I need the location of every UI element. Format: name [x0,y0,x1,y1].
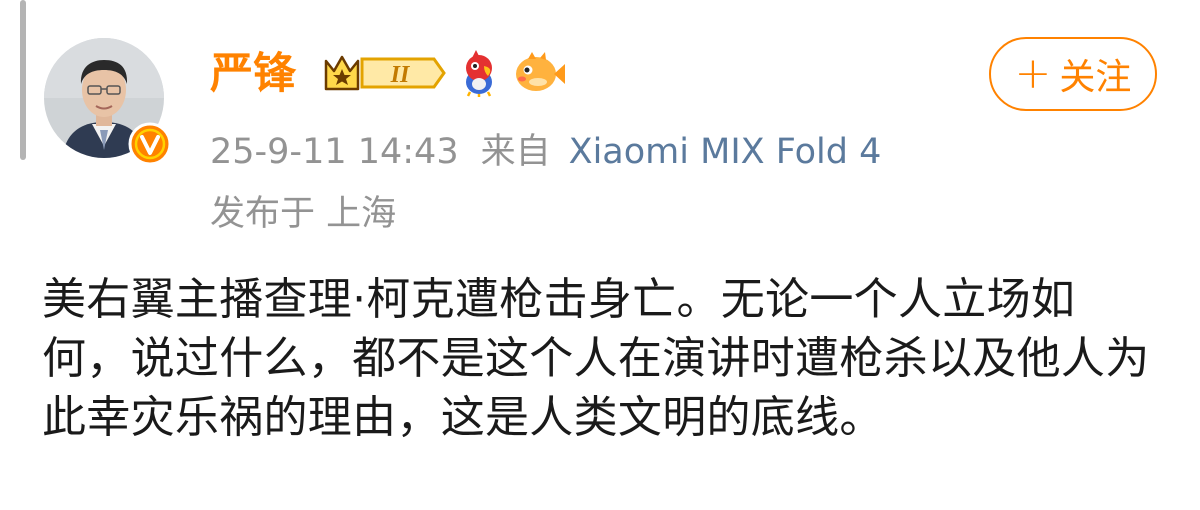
avatar[interactable] [44,38,172,166]
timestamp: 25-9-11 14:43 [210,132,459,172]
post-meta: 25-9-11 14:43 来自 Xiaomi MIX Fold 4 [210,128,881,176]
level-text: II [390,62,411,88]
from-label: 来自 [480,132,551,172]
scrollbar[interactable] [20,0,26,160]
post-location: 发布于 上海 [210,194,397,234]
plus-icon: + [1014,48,1052,99]
post-content: 美右翼主播查理·柯克遭枪击身亡。无论一个人立场如何，说过什么，都不是这个人在演讲… [42,274,1150,443]
parrot-icon[interactable] [454,48,504,98]
crown-level-badge-icon[interactable]: II [322,51,446,95]
follow-label: 关注 [1059,57,1132,98]
source-device-link[interactable]: Xiaomi MIX Fold 4 [569,132,882,172]
follow-button[interactable]: + 关注 [989,37,1157,111]
verified-v-icon [128,122,172,166]
badge-row: II [322,48,566,98]
pufferfish-icon[interactable] [512,50,566,96]
username[interactable]: 严锋 [210,46,296,102]
